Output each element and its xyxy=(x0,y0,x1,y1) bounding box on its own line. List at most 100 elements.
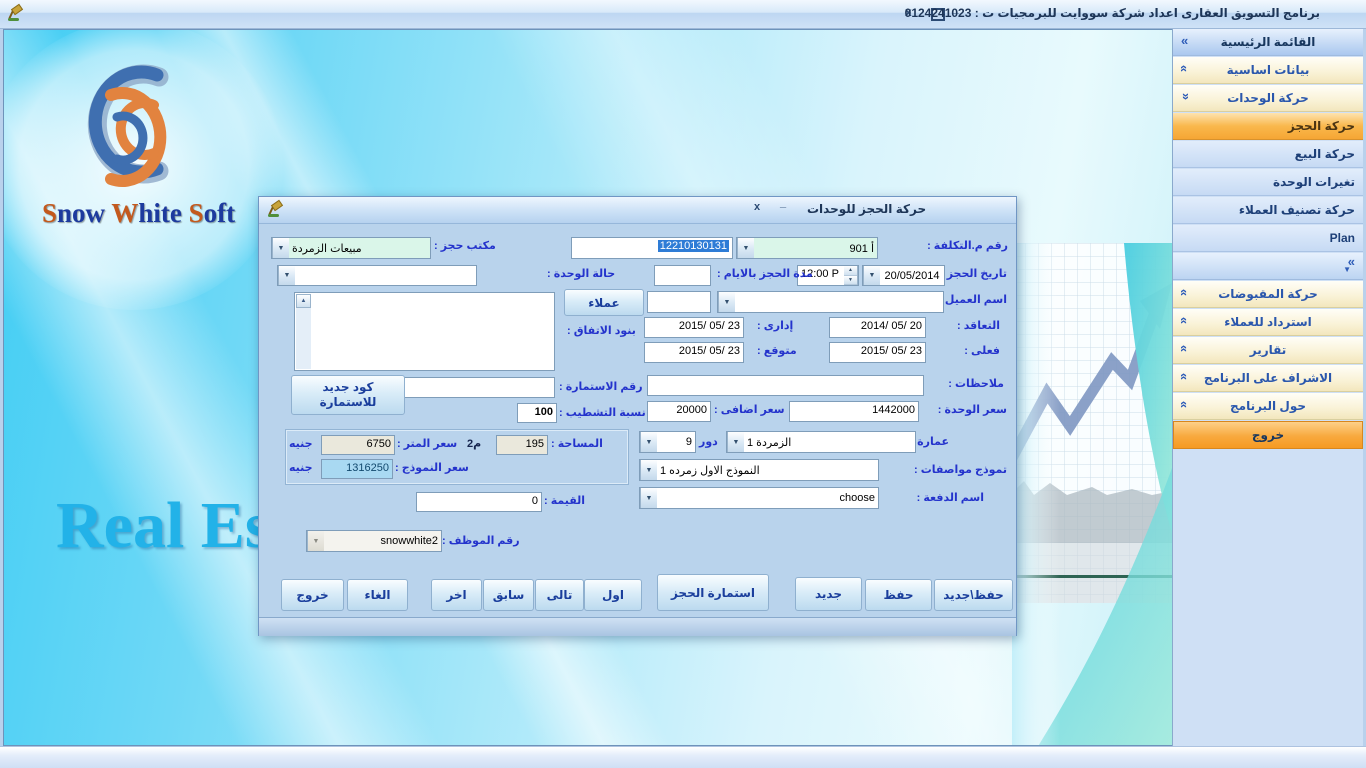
booking-date-picker[interactable]: ▼ 20/05/2014 xyxy=(862,265,945,286)
extra-price-input[interactable]: 20000 xyxy=(647,401,711,422)
dropdown-arrow-icon[interactable]: ▼ xyxy=(863,266,880,285)
admin-date-label: إدارى : xyxy=(757,319,793,332)
booking-days-input[interactable] xyxy=(654,265,711,286)
sidebar-label: تقارير xyxy=(1250,343,1287,357)
cancel-button[interactable]: الغاء xyxy=(347,579,408,611)
employee-combobox[interactable]: ▼ snowwhite2 xyxy=(306,530,442,552)
save-new-button[interactable]: حفظ\جديد xyxy=(934,579,1013,611)
sidebar-item-receipts[interactable]: »حركة المقبوضات xyxy=(1173,281,1363,308)
sidebar-item-main-menu[interactable]: » القائمة الرئيسية xyxy=(1173,29,1363,56)
chevron-tiny-down-icon: ▼ xyxy=(1343,265,1351,274)
cost-center-combobox[interactable]: ▼ 901 أ xyxy=(736,237,878,259)
chart-graphic xyxy=(1012,243,1172,746)
sidebar-item-exit[interactable]: خروج xyxy=(1173,421,1363,449)
dropdown-arrow-icon[interactable]: ▼ xyxy=(640,488,657,508)
background-watermark: Real Es xyxy=(56,488,271,564)
dialog-minimize-icon[interactable]: _ xyxy=(780,197,786,209)
unit-code-input[interactable]: 12210130131 xyxy=(571,237,733,259)
dropdown-arrow-icon[interactable]: ▼ xyxy=(640,460,657,480)
sidebar-group-header[interactable]: »▼ xyxy=(1173,253,1363,280)
meter-price-value: 6750 xyxy=(321,435,395,455)
floor-value: 9 xyxy=(657,432,695,452)
booking-office-label: مكتب حجز : xyxy=(434,239,496,252)
spin-up-icon[interactable]: ▲ xyxy=(844,266,857,276)
client-name-label: اسم العميل : xyxy=(938,293,1007,306)
scroll-up-icon[interactable]: ▲ xyxy=(296,294,311,308)
actual-date-label: فعلى : xyxy=(964,344,1000,357)
chevron-left-icon: » xyxy=(1181,33,1188,48)
building-combobox[interactable]: ▼ الزمردة 1 xyxy=(726,431,916,453)
sidebar-item-program-supervision[interactable]: »الاشراف على البرنامج xyxy=(1173,365,1363,392)
booking-office-combobox[interactable]: ▼ مبيعات الزمردة xyxy=(271,237,431,259)
booking-days-label: مدة الحجز بالايام : xyxy=(717,267,813,280)
sidebar-item-client-refund[interactable]: »استرداد للعملاء xyxy=(1173,309,1363,336)
sidebar-item-client-classification[interactable]: حركة تصنيف العملاء xyxy=(1173,197,1363,224)
sidebar-item-about-program[interactable]: »حول البرنامج xyxy=(1173,393,1363,420)
payment-name-label: اسم الدفعة : xyxy=(917,491,984,504)
contract-date-value[interactable]: 2014/ 05/ 20 xyxy=(829,317,926,338)
app-gavel-icon xyxy=(6,5,22,21)
cost-center-value: 901 أ xyxy=(754,238,877,258)
value-input[interactable]: 0 xyxy=(416,492,542,512)
unit-status-combobox[interactable]: ▼ xyxy=(277,265,477,286)
exit-button[interactable]: خروج xyxy=(281,579,344,611)
spin-down-icon[interactable]: ▼ xyxy=(844,276,857,286)
dropdown-arrow-icon[interactable]: ▼ xyxy=(640,432,657,452)
sidebar-label: خروج xyxy=(1252,428,1284,442)
finishing-percent-input[interactable]: 100 xyxy=(517,403,557,423)
booking-form-button[interactable]: استمارة الحجز xyxy=(657,574,769,611)
sidebar-item-unit-changes[interactable]: تغيرات الوحدة xyxy=(1173,169,1363,196)
last-button[interactable]: اخر xyxy=(431,579,482,611)
dialog-title: حركة الحجز للوحدات xyxy=(807,202,926,216)
area-label: المساحة : xyxy=(551,437,603,450)
sidebar-item-sale-movement[interactable]: حركة البيع xyxy=(1173,141,1363,168)
unit-price-input[interactable]: 1442000 xyxy=(789,401,919,422)
chevron-down-icon: » xyxy=(1177,373,1192,380)
chevron-down-icon: » xyxy=(1177,345,1192,352)
sidebar-label: القائمة الرئيسية xyxy=(1221,35,1316,49)
value-label: القيمة : xyxy=(544,494,585,507)
window-titlebar: x _ برنامج التسويق العقارى اعداد شركة سو… xyxy=(0,0,1366,29)
sidebar-item-plan[interactable]: Plan xyxy=(1173,225,1363,252)
sidebar-item-basic-data[interactable]: »بيانات اساسية xyxy=(1173,57,1363,84)
client-code-input[interactable] xyxy=(647,291,711,313)
dropdown-arrow-icon[interactable]: ▼ xyxy=(727,432,744,452)
actual-date-value[interactable]: 2015/ 05/ 23 xyxy=(829,342,926,363)
chevron-down-icon: » xyxy=(1177,65,1192,72)
clients-button[interactable]: عملاء xyxy=(564,289,644,316)
sidebar-menu: »القائمة الرئيسية »بيانات اساسية »حركة ا… xyxy=(1172,29,1363,746)
dialog-close-icon[interactable]: x xyxy=(754,201,760,213)
sidebar-item-reports[interactable]: » تقارير xyxy=(1173,337,1363,364)
expected-date-value[interactable]: 2015/ 05/ 23 xyxy=(644,342,744,363)
sidebar-item-booking-movement[interactable]: حركة الحجز xyxy=(1173,113,1363,140)
unit-code-value: 12210130131 xyxy=(658,240,729,252)
sidebar-label: حركة الوحدات xyxy=(1227,91,1309,105)
chevron-down-icon: » xyxy=(1177,289,1192,296)
first-button[interactable]: اول xyxy=(584,579,642,611)
admin-date-value[interactable]: 2015/ 05/ 23 xyxy=(644,317,744,338)
dropdown-arrow-icon[interactable]: ▼ xyxy=(737,238,754,258)
sidebar-item-unit-movement[interactable]: »حركة الوحدات xyxy=(1173,85,1363,112)
payment-name-combobox[interactable]: ▼ choose xyxy=(639,487,879,509)
notes-input[interactable] xyxy=(647,375,924,396)
dropdown-arrow-icon[interactable]: ▼ xyxy=(272,238,289,258)
dialog-gavel-icon xyxy=(266,201,282,217)
spec-model-combobox[interactable]: ▼ النموذج الاول زمرده 1 xyxy=(639,459,879,481)
dropdown-arrow-icon[interactable]: ▼ xyxy=(718,292,735,312)
save-button[interactable]: حفظ xyxy=(865,579,932,611)
sidebar-label: استرداد للعملاء xyxy=(1224,315,1312,329)
sidebar-label: حركة تصنيف العملاء xyxy=(1239,203,1355,217)
floor-combobox[interactable]: ▼ 9 xyxy=(639,431,696,453)
new-form-code-button[interactable]: كود جديد للاستمارة xyxy=(291,375,405,415)
next-button[interactable]: تالى xyxy=(535,579,584,611)
new-button[interactable]: جديد xyxy=(795,577,862,611)
application-window: x _ برنامج التسويق العقارى اعداد شركة سو… xyxy=(0,0,1366,768)
form-number-input[interactable] xyxy=(399,377,555,398)
dropdown-arrow-icon[interactable]: ▼ xyxy=(278,266,295,285)
client-name-combobox[interactable]: ▼ xyxy=(717,291,944,313)
sidebar-label: Plan xyxy=(1330,231,1355,245)
agreement-terms-listbox[interactable]: ▲ xyxy=(294,292,555,371)
previous-button[interactable]: سابق xyxy=(483,579,534,611)
sqm-label: م2 xyxy=(467,437,481,450)
logo-swirl xyxy=(59,55,209,195)
